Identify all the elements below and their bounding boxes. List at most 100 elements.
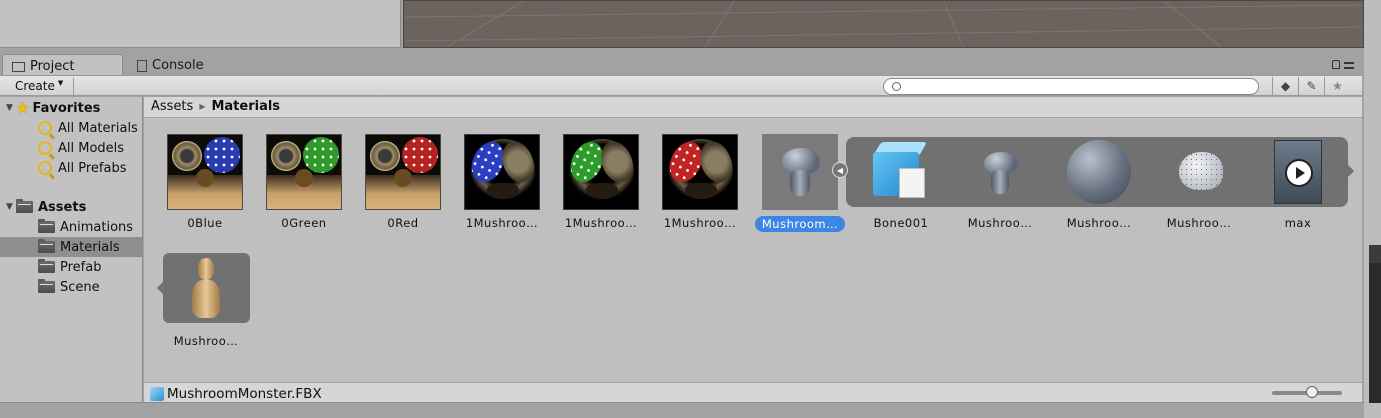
asset-item[interactable]: 0Blue [157,134,253,230]
project-footer: MushroomMonster.FBX [144,382,1362,402]
texture-thumbnail [662,134,738,210]
animation-clip-thumbnail [1260,134,1336,210]
folder-icon [12,62,25,72]
sub-asset-item[interactable]: Mushroo… [1151,134,1247,230]
favorite-item-all-models[interactable]: All Models [0,138,142,158]
sub-asset-item[interactable]: Mushroo… [158,252,254,348]
breadcrumb: Assets ▶ Materials [144,97,1362,118]
create-button-label: Create [15,79,55,93]
search-input[interactable] [883,78,1259,95]
asset-label: Mushroom… [754,216,846,232]
tab-project-label: Project [30,59,75,74]
collapse-arrow-icon[interactable]: ◀ [832,162,848,178]
sidebar-folder-materials[interactable]: Materials [0,237,142,257]
folder-icon [38,259,55,273]
sub-asset-item[interactable]: Mushroo… [1051,134,1147,230]
favorite-item-all-materials[interactable]: All Materials [0,118,142,138]
favorites-label: Favorites [32,100,101,116]
sub-asset-item[interactable]: Bone001 [853,134,949,230]
preview-edge [1369,263,1381,403]
favorite-item-all-prefabs[interactable]: All Prefabs [0,158,142,178]
asset-label: 1Mushroo… [663,216,737,230]
status-bar [0,402,1364,418]
asset-label: 1Mushroo… [465,216,539,230]
breadcrumb-separator-icon: ▶ [199,102,206,111]
menu-icon[interactable] [1344,62,1354,69]
sub-asset-item[interactable]: max [1250,134,1346,230]
console-icon [137,60,147,72]
asset-label: 1Mushroo… [564,216,638,230]
hierarchy-panel[interactable] [0,0,401,48]
search-icon [892,82,901,91]
asset-label: Mushroo… [173,334,239,348]
sidebar-folder-animations[interactable]: Animations [0,217,142,237]
sub-asset-item[interactable]: Mushroo… [952,134,1048,230]
material-thumbnail [1061,134,1137,210]
favorite-label: All Materials [58,120,138,136]
texture-thumbnail [365,134,441,210]
folder-icon [38,279,55,293]
asset-item-selected[interactable]: Mushroom… [752,134,848,232]
tab-bar: Project Console [0,51,1362,75]
asset-label: 0Red [387,216,419,230]
project-sidebar: ▼ ★ Favorites All Materials All Models A… [0,97,143,402]
lock-icon[interactable] [1332,60,1340,69]
project-toolbar: Create ▼ ◆ ✎ ★ [0,75,1362,96]
inspector-header-edge [1369,245,1381,263]
expand-arrow-icon[interactable]: ▼ [6,202,16,212]
unity-editor-window: Project Console Create ▼ ◆ ✎ ★ ▼ ★ Favori… [0,0,1381,418]
texture-thumbnail [563,134,639,210]
assets-header[interactable]: ▼ Assets [0,197,142,217]
asset-label: Bone001 [873,216,929,230]
asset-label: Mushroo… [1166,216,1232,230]
avatar-thumbnail [168,252,244,328]
breadcrumb-root[interactable]: Assets [151,99,193,114]
asset-item[interactable]: 0Red [355,134,451,230]
slider-thumb[interactable] [1306,386,1318,398]
star-icon: ★ [16,99,30,117]
selected-file-path: MushroomMonster.FBX [167,385,322,402]
mesh-thumbnail [962,134,1038,210]
inspector-edge [1364,0,1381,418]
tab-console-label: Console [152,58,204,73]
asset-label: 0Green [281,216,327,230]
tab-console[interactable]: Console [128,54,238,75]
search-by-label-button[interactable]: ✎ [1298,77,1324,95]
star-icon: ★ [1332,79,1343,93]
search-icon [38,121,52,135]
tab-options [1332,60,1354,70]
model-thumbnail [762,134,838,210]
scene-view[interactable] [403,0,1364,48]
breadcrumb-current[interactable]: Materials [211,99,280,114]
asset-item[interactable]: 1Mushroo… [454,134,550,230]
asset-item[interactable]: 1Mushroo… [553,134,649,230]
thumbnail-size-slider[interactable] [1272,386,1342,398]
asset-label: Mushroo… [1066,216,1132,230]
search-icon [38,141,52,155]
play-icon [1285,159,1313,187]
scene-grid [404,1,1363,47]
folder-icon [16,199,33,213]
folder-label: Prefab [60,259,102,275]
favorites-header[interactable]: ▼ ★ Favorites [0,98,142,118]
folder-icon [38,239,55,253]
asset-item[interactable]: 0Green [256,134,352,230]
search-by-type-button[interactable]: ◆ [1272,77,1298,95]
assets-label: Assets [38,199,87,215]
folder-label: Animations [60,219,134,235]
save-search-button[interactable]: ★ [1324,77,1350,95]
texture-thumbnail [464,134,540,210]
asset-item[interactable]: 1Mushroo… [652,134,748,230]
search-icon [38,161,52,175]
folder-label: Materials [60,239,120,255]
model-file-icon [150,386,164,401]
mesh-thumbnail [863,134,939,210]
create-button[interactable]: Create ▼ [4,78,74,95]
expand-arrow-icon[interactable]: ▼ [6,103,16,113]
tab-project[interactable]: Project [2,54,123,75]
texture-thumbnail [266,134,342,210]
texture-thumbnail [167,134,243,210]
tag-icon: ✎ [1306,79,1317,93]
sidebar-folder-scene[interactable]: Scene [0,277,142,297]
sidebar-folder-prefab[interactable]: Prefab [0,257,142,277]
